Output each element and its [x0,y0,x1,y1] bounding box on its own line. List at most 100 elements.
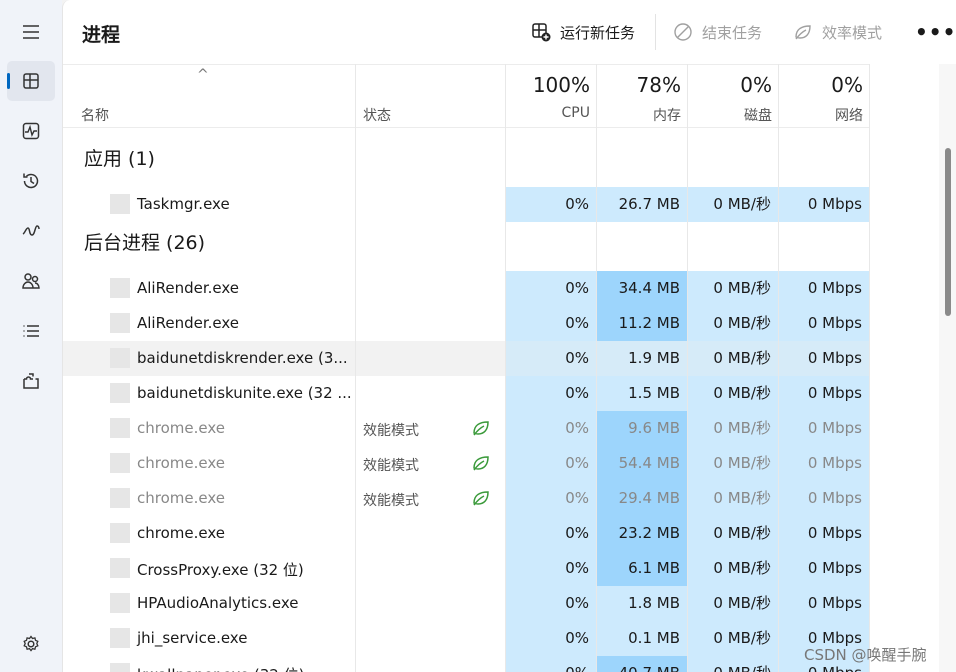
network-value: 0 Mbps [779,411,870,446]
group-header[interactable]: 应用 (1) [63,138,869,173]
watermark: CSDN @唤醒手腕 [804,646,927,664]
network-value: 0 Mbps [779,341,870,376]
column-divider [687,64,688,672]
column-divider [596,64,597,672]
column-status[interactable]: 状态 [363,105,391,125]
nav-processes[interactable] [7,61,55,101]
memory-value: 1.9 MB [597,341,688,376]
sort-ascending-icon: ^ [197,67,209,83]
process-row[interactable]: CrossProxy.exe (32 位) 0% 6.1 MB 0 MB/秒 0 Mbp… [63,551,870,586]
efficiency-mode-button[interactable]: 效率模式 [793,20,882,44]
column-name[interactable]: 名称 [81,105,109,125]
scrollbar-thumb[interactable] [945,148,951,316]
toolbar: 进程 运行新任务 结束任务 效率模式 ••• [63,0,956,64]
main-panel: 进程 运行新任务 结束任务 效率模式 ••• ^ 名称 状态 100% CPU … [62,0,956,672]
nav-users[interactable] [7,261,55,301]
column-cpu[interactable]: CPU [506,105,590,121]
process-name: HPAudioAnalytics.exe [137,594,299,612]
cpu-value: 0% [506,551,597,586]
network-value: 0 Mbps [779,271,870,306]
app-history-icon [23,173,39,189]
process-row[interactable]: AliRender.exe 0% 34.4 MB 0 MB/秒 0 Mbps [63,271,870,306]
disk-value: 0 MB/秒 [688,656,779,672]
nav-app-history[interactable] [7,161,55,201]
column-divider [355,64,356,672]
cpu-value: 0% [506,271,597,306]
process-icon [110,278,130,298]
process-row[interactable]: chrome.exe 0% 23.2 MB 0 MB/秒 0 Mbps [63,516,870,551]
status-text: 效能模式 [363,458,419,474]
cpu-total-percent: 100% [532,73,590,97]
memory-value: 1.8 MB [597,586,688,621]
services-icon [23,373,39,389]
users-icon [22,273,40,289]
disk-value: 0 MB/秒 [688,551,779,586]
group-header[interactable]: 后台进程 (26) [63,222,869,257]
disk-value: 0 MB/秒 [688,271,779,306]
details-icon [23,325,39,337]
memory-value: 23.2 MB [597,516,688,551]
run-new-task-button[interactable]: 运行新任务 [531,20,635,44]
network-value: 0 Mbps [779,551,870,586]
disk-value: 0 MB/秒 [688,446,779,481]
nav-services[interactable] [7,361,55,401]
network-value: 0 Mbps [779,306,870,341]
memory-value: 11.2 MB [597,306,688,341]
process-name: AliRender.exe [137,279,239,297]
nav-startup-apps[interactable] [7,211,55,251]
nav-settings[interactable] [7,624,55,664]
disk-value: 0 MB/秒 [688,341,779,376]
process-row[interactable]: HPAudioAnalytics.exe 0% 1.8 MB 0 MB/秒 0 Mbps [63,586,870,621]
process-row[interactable]: baidunetdiskunite.exe (32 ... 0% 1.5 MB 0 M… [63,376,870,411]
column-disk[interactable]: 磁盘 [688,105,772,125]
process-icon [110,628,130,648]
process-icon [110,348,130,368]
process-icon [110,453,130,473]
process-row[interactable]: chrome.exe 效能模式 0% 29.4 MB 0 MB/秒 0 Mbps [63,481,870,516]
group-title: 应用 (1) [84,148,155,170]
network-value: 0 Mbps [779,516,870,551]
memory-value: 26.7 MB [597,187,688,222]
process-name: CrossProxy.exe (32 位) [137,561,304,579]
cpu-value: 0% [506,586,597,621]
process-table: ^ 名称 状态 100% CPU 78% 内存 0% 磁盘 0% 网络 应用 (… [63,64,956,672]
nav-performance[interactable] [7,111,55,151]
startup-apps-icon [22,225,40,236]
end-task-button[interactable]: 结束任务 [673,20,762,44]
process-name: Taskmgr.exe [137,195,230,213]
process-icon [110,194,130,214]
memory-value: 0.1 MB [597,621,688,656]
process-row[interactable]: chrome.exe 效能模式 0% 9.6 MB 0 MB/秒 0 Mbps [63,411,870,446]
end-task-label: 结束任务 [702,23,763,42]
column-memory[interactable]: 内存 [597,105,681,125]
process-name: chrome.exe [137,524,225,542]
process-row[interactable]: baidunetdiskrender.exe (3... 0% 1.9 MB 0 MB… [63,341,870,376]
column-divider [869,64,870,672]
cpu-value: 0% [506,306,597,341]
column-network[interactable]: 网络 [779,105,863,125]
efficiency-mode-label: 效率模式 [822,23,883,42]
process-row[interactable]: kwallpaper.exe (32 位)0%40.7 MB0 MB/秒0 Mb… [63,656,870,672]
process-name: chrome.exe [137,454,225,472]
more-options-button[interactable]: ••• [915,20,956,44]
disk-value: 0 MB/秒 [688,586,779,621]
memory-value: 40.7 MB [597,656,688,672]
menu-button[interactable] [7,12,55,52]
process-row[interactable]: Taskmgr.exe 0% 26.7 MB 0 MB/秒 0 Mbps [63,187,870,222]
efficiency-leaf-icon [473,456,489,471]
efficiency-leaf-icon [473,491,489,506]
end-task-icon [674,23,692,41]
group-title: 后台进程 (26) [84,232,206,254]
process-icon [110,418,130,438]
cpu-value: 0% [506,187,597,222]
process-row[interactable]: AliRender.exe 0% 11.2 MB 0 MB/秒 0 Mbps [63,306,870,341]
nav-details[interactable] [7,311,55,351]
cpu-value: 0% [506,446,597,481]
process-icon [110,558,130,578]
memory-value: 1.5 MB [597,376,688,411]
process-icon [110,488,130,508]
cpu-value: 0% [506,411,597,446]
disk-value: 0 MB/秒 [688,516,779,551]
process-row[interactable]: jhi_service.exe 0% 0.1 MB 0 MB/秒 0 Mbps [63,621,870,656]
process-row[interactable]: chrome.exe 效能模式 0% 54.4 MB 0 MB/秒 0 Mbps [63,446,870,481]
